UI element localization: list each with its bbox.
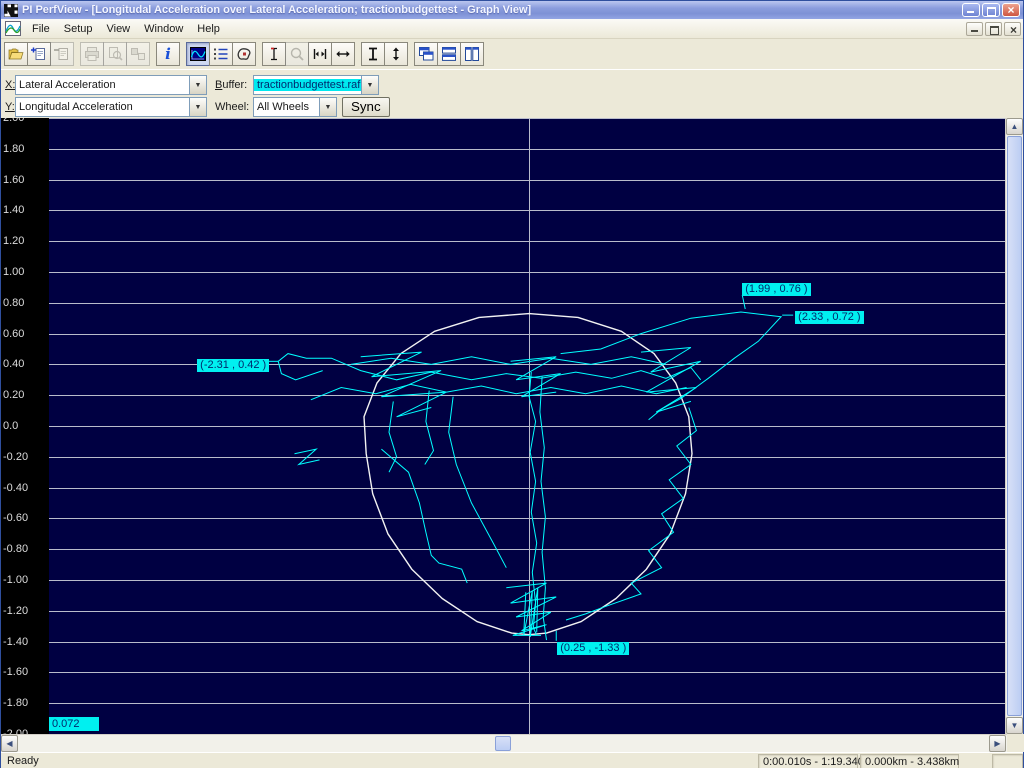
point-callout: (-2.31 , 0.42 ) — [197, 359, 270, 373]
tile-vertical-button[interactable] — [460, 42, 484, 66]
status-time-range: 0:00.010s - 1:19.340s — [758, 754, 869, 768]
child-restore-button[interactable] — [985, 21, 1002, 36]
y-tick-label: -0.80 — [3, 543, 29, 555]
print-button[interactable] — [80, 42, 104, 66]
y-tick-label: -0.60 — [3, 512, 29, 524]
buffer-label: Buffer: — [215, 79, 248, 91]
plot-area[interactable]: 0.072 (1.99 , 0.76 ) (2.33 , 0.72 ) (-2.31… — [49, 118, 1007, 734]
y-tick-label: 0.40 — [3, 358, 25, 370]
pan-horizontal-button[interactable] — [331, 42, 355, 66]
wheel-label: Wheel: — [215, 101, 250, 113]
y-tick-label: -1.20 — [3, 605, 29, 617]
child-close-button[interactable] — [1004, 21, 1021, 37]
buffer-value: tractionbudgettest.raf — [254, 79, 361, 91]
print-preview-button[interactable] — [103, 42, 127, 66]
status-distance-range: 0.000km - 3.438km — [860, 754, 959, 768]
y-tick-label: 1.60 — [3, 174, 25, 186]
wheel-select[interactable]: All Wheels ▼ — [253, 97, 337, 117]
add-view-button[interactable] — [27, 42, 51, 66]
tile-horizontal-button[interactable] — [437, 42, 461, 66]
open-file-button[interactable] — [4, 42, 28, 66]
remove-view-button[interactable] — [50, 42, 74, 66]
y-channel-label: Y: — [5, 101, 15, 113]
title-bar[interactable]: PI PerfView - [Longitudal Acceleration o… — [1, 1, 1023, 19]
cascade-windows-button[interactable] — [414, 42, 438, 66]
graph-view-button[interactable] — [186, 42, 210, 66]
buffer-select[interactable]: tractionbudgettest.raf ▼ — [253, 75, 379, 95]
app-icon — [3, 3, 19, 17]
menu-view[interactable]: View — [99, 20, 137, 38]
y-tick-label: -0.40 — [3, 482, 29, 494]
y-tick-label: -1.60 — [3, 666, 29, 678]
menu-bar: File Setup View Window Help — [1, 19, 1023, 39]
x-channel-label: X: — [5, 79, 16, 91]
restore-button[interactable] — [982, 3, 1000, 17]
fit-vertical-button[interactable] — [361, 42, 385, 66]
scroll-right-button[interactable]: ▶ — [989, 735, 1006, 752]
point-callout: (2.33 , 0.72 ) — [795, 311, 864, 325]
horizontal-scroll-thumb[interactable] — [495, 736, 511, 751]
graph-view: 2.00 1.80 1.60 1.40 1.20 1.00 0.80 0.60 0.40 0.20… — [1, 118, 1007, 734]
status-extra-panel — [992, 754, 1023, 768]
window-title: PI PerfView - [Longitudal Acceleration o… — [22, 4, 532, 16]
sync-button[interactable]: Sync — [342, 97, 390, 117]
close-button[interactable] — [1002, 3, 1020, 17]
fit-horizontal-button[interactable] — [308, 42, 332, 66]
channel-controls: X: Lateral Acceleration ▼ Buffer: tracti… — [1, 69, 1023, 118]
x-channel-select[interactable]: Lateral Acceleration ▼ — [15, 75, 207, 95]
minimize-button[interactable] — [962, 3, 980, 17]
menu-window[interactable]: Window — [137, 20, 190, 38]
export-button[interactable] — [126, 42, 150, 66]
toolbar: i — [1, 39, 1023, 69]
vertical-scroll-thumb[interactable] — [1007, 136, 1022, 716]
scroll-up-button[interactable]: ▲ — [1006, 118, 1023, 135]
vertical-scrollbar[interactable]: ▲ ▼ — [1005, 118, 1023, 734]
app-window: PI PerfView - [Longitudal Acceleration o… — [0, 0, 1024, 768]
menu-help[interactable]: Help — [190, 20, 227, 38]
y-tick-label: 0.60 — [3, 328, 25, 340]
y-tick-label: -1.40 — [3, 636, 29, 648]
scroll-down-button[interactable]: ▼ — [1006, 717, 1023, 734]
y-channel-select[interactable]: Longitudal Acceleration ▼ — [15, 97, 207, 117]
menu-file[interactable]: File — [25, 20, 57, 38]
y-channel-value: Longitudal Acceleration — [19, 101, 133, 113]
horizontal-scrollbar[interactable]: ◀ ▶ — [1, 734, 1007, 752]
point-callout: (0.25 , -1.33 ) — [557, 641, 630, 655]
y-tick-label: 1.80 — [3, 143, 25, 155]
status-ready: Ready — [7, 755, 39, 767]
wheel-value: All Wheels — [257, 101, 309, 113]
y-tick-label: 0.80 — [3, 297, 25, 309]
cursor-button[interactable] — [262, 42, 286, 66]
zoom-button[interactable] — [285, 42, 309, 66]
menu-setup[interactable]: Setup — [57, 20, 100, 38]
list-view-button[interactable] — [209, 42, 233, 66]
y-tick-label: 1.00 — [3, 266, 25, 278]
y-tick-label: 0.20 — [3, 389, 25, 401]
status-bar: Ready 0:00.010s - 1:19.340s 0.000km - 3.… — [1, 752, 1023, 768]
point-callout: (1.99 , 0.76 ) — [742, 282, 811, 296]
y-tick-label: -0.20 — [3, 451, 29, 463]
chevron-down-icon[interactable]: ▼ — [189, 76, 206, 94]
gg-scatter-plot — [49, 118, 1007, 734]
y-tick-label: 1.40 — [3, 204, 25, 216]
scrollbar-corner — [1007, 734, 1024, 752]
y-tick-label: -1.80 — [3, 697, 29, 709]
y-tick-label: 0.0 — [3, 420, 19, 432]
child-minimize-button[interactable] — [966, 21, 983, 36]
y-tick-label: 1.20 — [3, 235, 25, 247]
cursor-readout: 0.072 — [49, 717, 99, 731]
graph-document-icon — [5, 21, 21, 36]
track-map-view-button[interactable] — [232, 42, 256, 66]
y-tick-label: -1.00 — [3, 574, 29, 586]
chevron-down-icon[interactable]: ▼ — [319, 98, 336, 116]
pan-vertical-button[interactable] — [384, 42, 408, 66]
x-channel-value: Lateral Acceleration — [19, 79, 116, 91]
chevron-down-icon[interactable]: ▼ — [189, 98, 206, 116]
info-button[interactable]: i — [156, 42, 180, 66]
y-tick-label: 2.00 — [3, 118, 25, 124]
chevron-down-icon[interactable]: ▼ — [361, 76, 378, 94]
y-axis: 2.00 1.80 1.60 1.40 1.20 1.00 0.80 0.60 0.40 0.20… — [1, 118, 49, 734]
scroll-left-button[interactable]: ◀ — [1, 735, 18, 752]
